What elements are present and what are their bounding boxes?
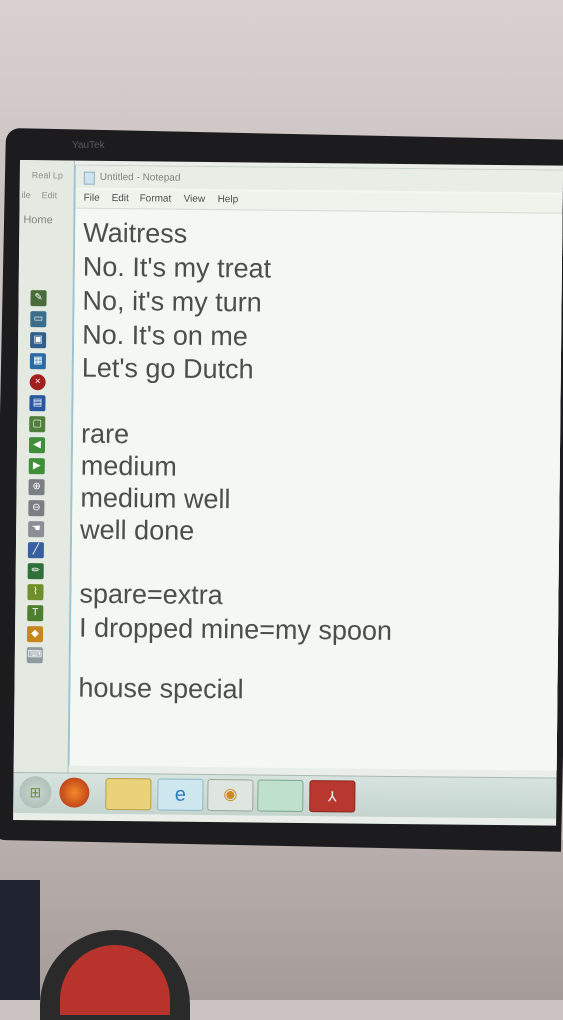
background-app-title: Real Lp	[31, 170, 63, 181]
select-icon[interactable]: ▣	[30, 332, 47, 349]
text-line-1: Waitress	[83, 217, 188, 249]
back-arrow-icon[interactable]: ◀	[28, 437, 46, 454]
text-line-8: medium	[80, 450, 177, 482]
notepad-titlebar[interactable]: Untitled - Notepad	[75, 165, 563, 193]
menu-view[interactable]: View	[184, 194, 206, 205]
internet-explorer-icon[interactable]: e	[157, 778, 204, 811]
text-line-3: No, it's my turn	[82, 285, 262, 318]
forward-arrow-icon[interactable]: ▶	[28, 458, 45, 475]
background-app-menu-file[interactable]: ile	[22, 190, 31, 200]
background-app-menu-edit[interactable]: Edit	[42, 190, 58, 200]
text-line-9: medium well	[80, 482, 231, 515]
taskbar: ⊞ e ◉ ⅄	[13, 771, 557, 819]
notepad-window: Untitled - Notepad File Edit Format View…	[67, 164, 563, 771]
text-line-4: No. It's on me	[82, 319, 249, 352]
line-icon[interactable]: ╱	[27, 542, 44, 559]
close-icon[interactable]: ×	[29, 374, 46, 391]
gallery-icon[interactable]: ▦	[29, 353, 46, 370]
eraser-icon[interactable]: ▭	[30, 311, 47, 328]
display-brand: YauTek	[72, 140, 105, 151]
text-line-5: Let's go Dutch	[81, 352, 254, 385]
pdf-reader-icon[interactable]: ⅄	[309, 780, 356, 813]
text-line-10: well done	[79, 514, 195, 546]
shape-icon[interactable]: ◆	[26, 626, 44, 643]
keyboard-icon[interactable]: ⌨	[26, 647, 43, 664]
window-title: Untitled - Notepad	[99, 171, 181, 184]
zoom-in-icon[interactable]: ⊕	[28, 479, 45, 496]
firefox-icon[interactable]	[59, 777, 90, 808]
page-icon[interactable]: ▢	[29, 416, 46, 433]
pencil-icon[interactable]: ✏	[27, 563, 44, 580]
person-shoulder	[0, 880, 40, 1000]
menu-edit[interactable]: Edit	[112, 193, 129, 204]
menu-format[interactable]: Format	[140, 193, 172, 204]
tool-palette: ✎ ▭ ▣ ▦ × ▤ ▢ ◀ ▶ ⊕ ⊖ ☚ ╱ ✏ ⌇ T ◆ ⌨	[23, 290, 53, 668]
hand-icon[interactable]: ☚	[28, 521, 45, 538]
whiteboard-app-icon[interactable]	[257, 779, 304, 813]
pen-icon[interactable]: ✎	[30, 290, 47, 307]
media-player-icon[interactable]: ◉	[207, 778, 254, 812]
background-app-home-tab[interactable]: Home	[23, 214, 52, 226]
menu-file[interactable]: File	[84, 193, 100, 204]
text-line-13: I dropped mine=my spoon	[78, 612, 393, 646]
file-explorer-icon[interactable]	[105, 777, 152, 811]
screen: Real Lp ile Edit Home ✎ ▭ ▣ ▦ × ▤ ▢ ◀ ▶ …	[13, 160, 563, 826]
start-orb-icon[interactable]: ⊞	[19, 776, 52, 809]
zoom-out-icon[interactable]: ⊖	[28, 500, 45, 517]
text-line-15: house special	[78, 672, 244, 705]
menu-help[interactable]: Help	[218, 194, 239, 205]
notepad-icon	[83, 171, 95, 185]
wall	[0, 0, 563, 140]
background-app-window: Real Lp ile Edit Home ✎ ▭ ▣ ▦ × ▤ ▢ ◀ ▶ …	[13, 160, 75, 781]
text-line-12: spare=extra	[79, 578, 223, 611]
text-icon[interactable]: T	[27, 605, 44, 622]
brush-icon[interactable]: ⌇	[27, 584, 44, 601]
text-editor[interactable]: Waitress No. It's my treat No, it's my t…	[69, 209, 563, 771]
text-line-7: rare	[80, 418, 130, 450]
clipboard-icon[interactable]: ▤	[29, 395, 46, 412]
text-line-2: No. It's my treat	[82, 251, 272, 284]
